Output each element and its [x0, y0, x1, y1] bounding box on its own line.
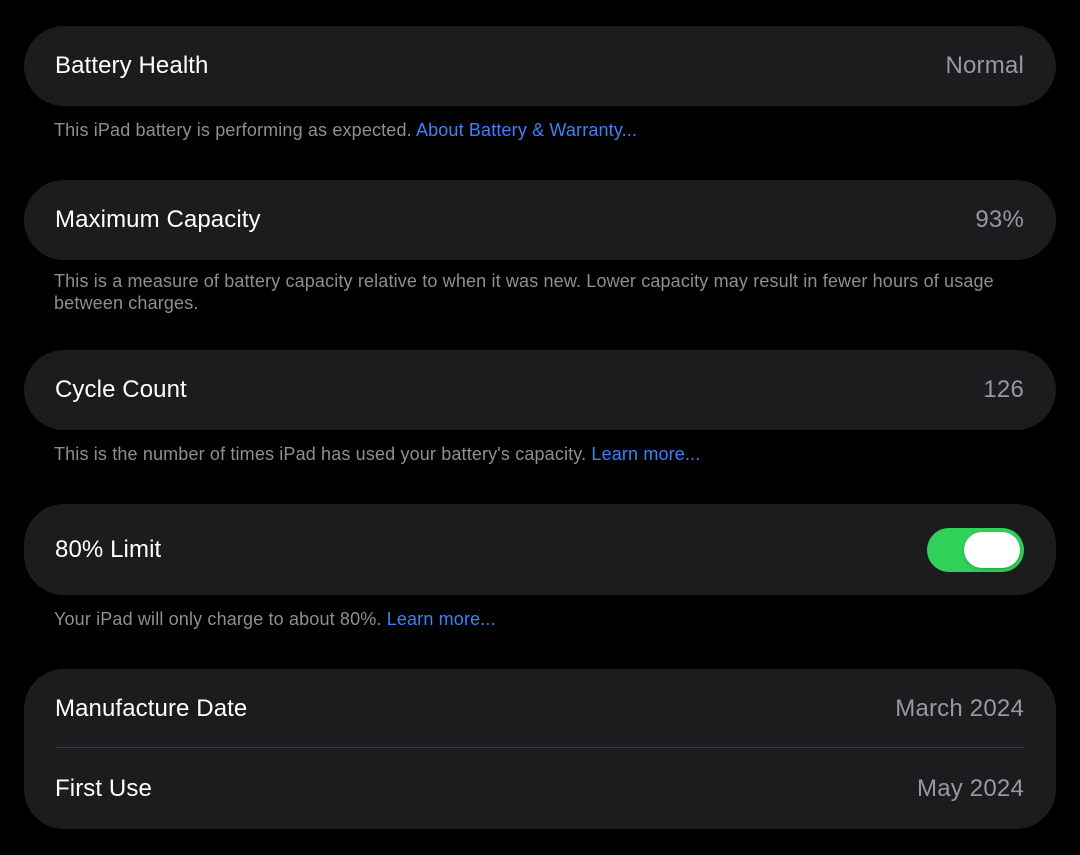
battery-health-value: Normal [945, 52, 1024, 79]
limit-80-footnote-text: Your iPad will only charge to about 80%. [54, 609, 382, 629]
maximum-capacity-footnote: This is a measure of battery capacity re… [54, 271, 994, 313]
cycle-count-row: Cycle Count 126 [24, 350, 1056, 430]
cycle-count-learn-more-link[interactable]: Learn more... [591, 444, 700, 464]
toggle-knob [964, 531, 1020, 568]
limit-80-label: 80% Limit [55, 535, 162, 563]
manufacture-date-row: Manufacture Date March 2024 [24, 669, 1056, 748]
cycle-count-card: Cycle Count 126 [24, 350, 1056, 430]
about-battery-warranty-link[interactable]: About Battery & Warranty... [416, 120, 637, 140]
first-use-value: May 2024 [917, 774, 1024, 802]
cycle-count-label: Cycle Count [55, 376, 187, 403]
dates-card: Manufacture Date March 2024 First Use Ma… [24, 669, 1056, 829]
manufacture-date-label: Manufacture Date [55, 694, 248, 722]
first-use-label: First Use [55, 774, 152, 802]
maximum-capacity-card: Maximum Capacity 93% [24, 180, 1056, 260]
battery-health-label: Battery Health [55, 52, 209, 79]
cycle-count-footnote: This is the number of times iPad has use… [54, 443, 1014, 465]
battery-health-card: Battery Health Normal [24, 26, 1056, 106]
battery-health-footnote-text: This iPad battery is performing as expec… [54, 120, 412, 140]
limit-80-learn-more-link[interactable]: Learn more... [387, 609, 496, 629]
limit-80-footnote: Your iPad will only charge to about 80%.… [54, 608, 1014, 630]
cycle-count-footnote-text: This is the number of times iPad has use… [54, 444, 587, 464]
manufacture-date-value: March 2024 [895, 694, 1024, 722]
limit-80-card: 80% Limit [24, 504, 1056, 595]
battery-health-footnote: This iPad battery is performing as expec… [54, 119, 1014, 141]
cycle-count-value: 126 [983, 376, 1024, 403]
limit-80-row: 80% Limit [24, 504, 1056, 595]
battery-health-row: Battery Health Normal [24, 26, 1056, 106]
first-use-row: First Use May 2024 [24, 748, 1056, 829]
maximum-capacity-value: 93% [975, 206, 1024, 233]
maximum-capacity-row: Maximum Capacity 93% [24, 180, 1056, 260]
maximum-capacity-label: Maximum Capacity [55, 206, 261, 233]
limit-80-toggle[interactable] [927, 527, 1024, 572]
